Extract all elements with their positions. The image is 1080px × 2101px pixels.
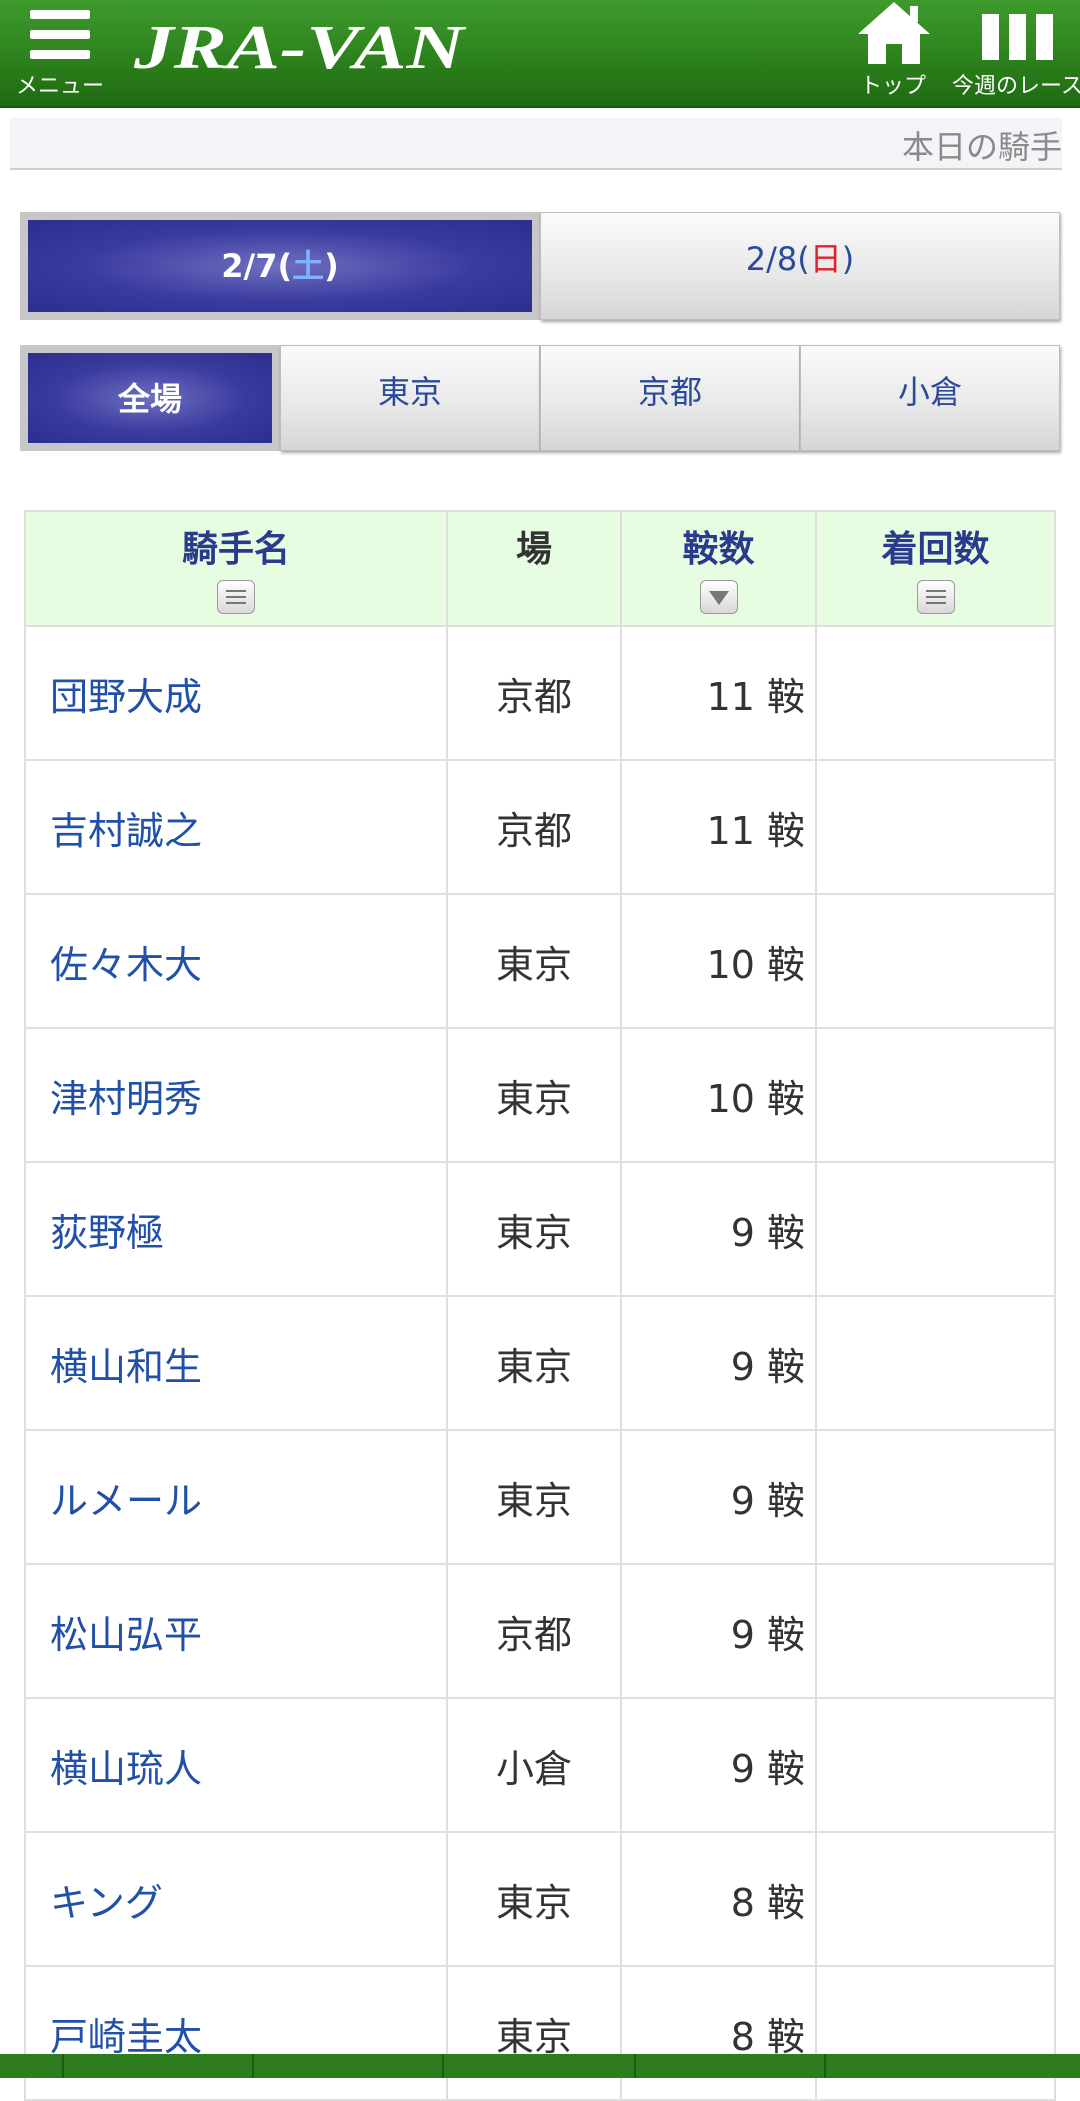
rides-cell: 9 鞍 <box>620 1697 817 1833</box>
tab-date-label: 2/8( <box>745 240 810 278</box>
hamburger-menu-icon <box>30 10 90 62</box>
tab-date-sun[interactable]: 2/8(日) <box>540 212 1060 320</box>
venue-cell: 東京 <box>446 1027 622 1163</box>
table-row: 松山弘平 京都 9 鞍 <box>24 1563 1056 1699</box>
tab-date-sat[interactable]: 2/7(土) <box>20 212 540 320</box>
column-header-rides[interactable]: 鞍数 <box>620 510 817 627</box>
column-header-label: 場 <box>515 529 552 570</box>
venue-cell: 東京 <box>446 1965 622 2101</box>
column-header-label: 鞍数 <box>682 529 755 570</box>
jockey-name-link[interactable]: 佐々木大 <box>24 893 448 1029</box>
places-cell <box>815 893 1056 1029</box>
sort-menu-icon[interactable] <box>916 580 955 614</box>
places-cell <box>815 1965 1056 2101</box>
jra-van-logo[interactable]: JRA-VAN <box>130 12 470 84</box>
this-week-races-label: 今週のレース <box>952 74 1080 99</box>
bottom-nav-bar[interactable] <box>0 2054 1080 2078</box>
places-cell <box>815 759 1056 895</box>
tab-venue-label: 小倉 <box>897 373 962 411</box>
top-label: トップ <box>859 74 926 99</box>
top-button[interactable]: トップ <box>846 0 940 106</box>
jockey-name-link[interactable]: 横山和生 <box>24 1295 448 1431</box>
venue-cell: 京都 <box>446 759 622 895</box>
table-header-row: 騎手名 場 鞍数 着回数 <box>24 510 1056 627</box>
tab-venue-tokyo[interactable]: 東京 <box>280 345 540 451</box>
places-cell <box>815 625 1056 761</box>
tab-venue-label: 東京 <box>377 373 442 411</box>
table-row: ルメール 東京 9 鞍 <box>24 1429 1056 1565</box>
tab-venue-label: 全場 <box>117 380 182 418</box>
day-of-week: 日 <box>809 240 842 278</box>
venue-cell: 東京 <box>446 1831 622 1967</box>
table-row: 佐々木大 東京 10 鞍 <box>24 893 1056 1029</box>
jockey-name-link[interactable]: 津村明秀 <box>24 1027 448 1163</box>
jockey-name-link[interactable]: 横山琉人 <box>24 1697 448 1833</box>
places-cell <box>815 1563 1056 1699</box>
venue-cell: 東京 <box>446 893 622 1029</box>
rides-cell: 9 鞍 <box>620 1429 817 1565</box>
jockey-name-link[interactable]: 松山弘平 <box>24 1563 448 1699</box>
column-header-label: 騎手名 <box>181 529 290 570</box>
tab-venue-all[interactable]: 全場 <box>20 345 280 451</box>
jockey-name-link[interactable]: 吉村誠之 <box>24 759 448 895</box>
this-week-races-button[interactable]: 今週のレース <box>952 0 1080 106</box>
tab-venue-kyoto[interactable]: 京都 <box>540 345 800 451</box>
venue-cell: 京都 <box>446 625 622 761</box>
rides-cell: 9 鞍 <box>620 1161 817 1297</box>
rides-cell: 8 鞍 <box>620 1831 817 1967</box>
places-cell <box>815 1161 1056 1297</box>
menu-label: メニュー <box>15 74 104 99</box>
day-of-week: 土 <box>292 247 325 285</box>
jockey-table: 騎手名 場 鞍数 着回数 団野大成 京都 11 鞍 吉村誠之 京都 11 鞍 佐々木大東… <box>24 510 1056 2101</box>
places-cell <box>815 1429 1056 1565</box>
places-cell <box>815 1831 1056 1967</box>
places-cell <box>815 1027 1056 1163</box>
venue-cell: 京都 <box>446 1563 622 1699</box>
page-title: 本日の騎手 <box>901 128 1062 166</box>
table-row: 吉村誠之 京都 11 鞍 <box>24 759 1056 895</box>
rides-cell: 10 鞍 <box>620 893 817 1029</box>
tab-date-label: 2/7( <box>221 247 293 285</box>
sort-descending-icon[interactable] <box>699 580 738 614</box>
rides-cell: 8 鞍 <box>620 1965 817 2101</box>
rides-cell: 11 鞍 <box>620 625 817 761</box>
table-row: 戸崎圭太 東京 8 鞍 <box>24 1965 1056 2101</box>
jockey-name-link[interactable]: 戸崎圭太 <box>24 1965 448 2101</box>
logo-text: JRA-VAN <box>133 14 467 82</box>
home-icon <box>858 2 930 64</box>
jockey-name-link[interactable]: キング <box>24 1831 448 1967</box>
jockey-name-link[interactable]: ルメール <box>24 1429 448 1565</box>
table-row: 荻野極 東京 9 鞍 <box>24 1161 1056 1297</box>
app-header: メニュー JRA-VAN トップ 今週のレース <box>0 0 1080 108</box>
column-header-name[interactable]: 騎手名 <box>24 510 448 627</box>
table-row: 津村明秀 東京 10 鞍 <box>24 1027 1056 1163</box>
table-row: 団野大成 京都 11 鞍 <box>24 625 1056 761</box>
rides-cell: 9 鞍 <box>620 1295 817 1431</box>
jockey-name-link[interactable]: 団野大成 <box>24 625 448 761</box>
column-header-label: 着回数 <box>881 529 990 570</box>
sort-menu-icon[interactable] <box>217 580 255 614</box>
places-cell <box>815 1295 1056 1431</box>
table-row: キング 東京 8 鞍 <box>24 1831 1056 1967</box>
paren: ) <box>841 240 855 278</box>
table-row: 横山和生 東京 9 鞍 <box>24 1295 1056 1431</box>
venue-cell: 東京 <box>446 1295 622 1431</box>
paren: ) <box>324 247 339 285</box>
jockey-name-link[interactable]: 荻野極 <box>24 1161 448 1297</box>
table-row: 横山琉人 小倉 9 鞍 <box>24 1697 1056 1833</box>
column-header-places[interactable]: 着回数 <box>815 510 1056 627</box>
menu-button[interactable]: メニュー <box>14 0 106 106</box>
rides-cell: 9 鞍 <box>620 1563 817 1699</box>
column-header-venue: 場 <box>446 510 622 627</box>
venue-cell: 東京 <box>446 1429 622 1565</box>
places-cell <box>815 1697 1056 1833</box>
tab-venue-kokura[interactable]: 小倉 <box>800 345 1060 451</box>
tab-venue-label: 京都 <box>637 373 702 411</box>
rides-cell: 11 鞍 <box>620 759 817 895</box>
venue-cell: 東京 <box>446 1161 622 1297</box>
venue-cell: 小倉 <box>446 1697 622 1833</box>
page-title-bar: 本日の騎手 <box>10 118 1062 170</box>
race-list-icon <box>982 14 1054 60</box>
rides-cell: 10 鞍 <box>620 1027 817 1163</box>
